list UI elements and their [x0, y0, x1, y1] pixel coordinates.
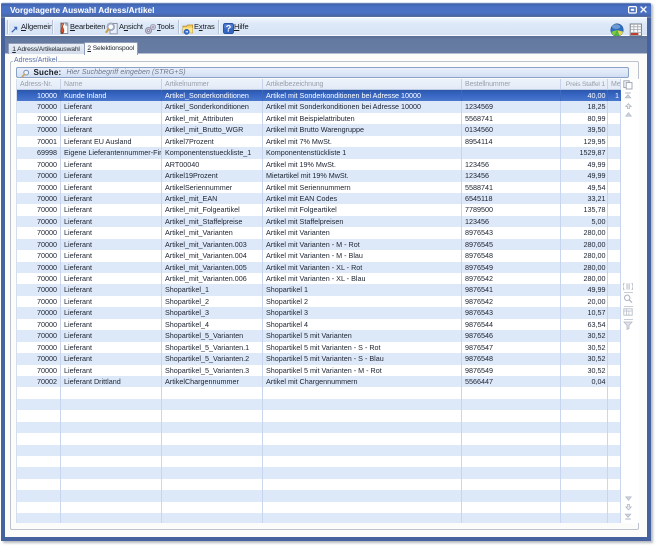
svg-text:?: ? — [226, 23, 232, 33]
svg-text:Σ: Σ — [628, 311, 631, 316]
